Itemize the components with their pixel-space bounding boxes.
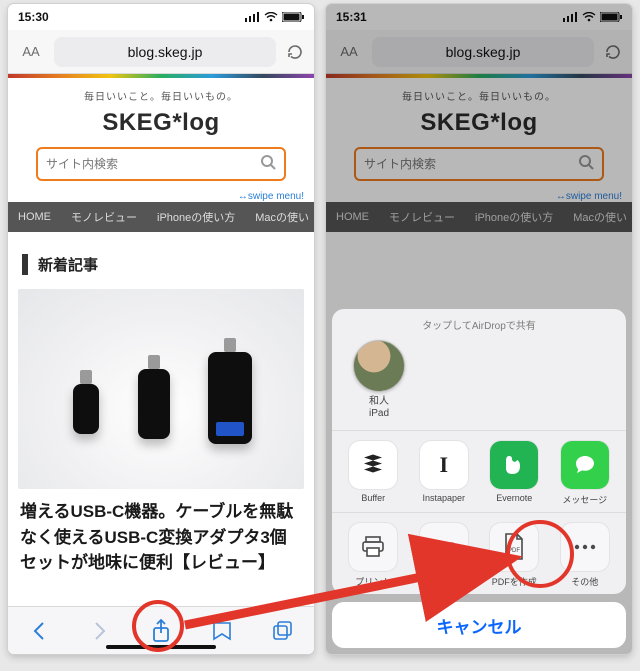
nav-item[interactable]: HOME [8, 211, 61, 223]
share-app-buffer[interactable]: Buffer [340, 441, 406, 506]
category-nav[interactable]: HOME モノレビュー iPhoneの使い方 Macの使い [8, 202, 314, 232]
swipe-hint: ↔swipe menu! [8, 191, 314, 202]
person-device: iPad [369, 408, 389, 419]
status-indicators [245, 12, 304, 22]
tabs-button[interactable] [263, 611, 303, 651]
app-label: Buffer [361, 493, 385, 503]
tagline: 毎日いいこと。毎日いいもの。 [16, 88, 306, 103]
nav-item[interactable]: Macの使い [245, 209, 314, 225]
person-name: 和人 [369, 396, 389, 407]
airdrop-person[interactable]: 和人iPad [348, 340, 410, 420]
annotation-circle-share [132, 600, 184, 652]
action-label: その他 [571, 575, 598, 588]
signal-icon [245, 12, 260, 22]
battery-icon [282, 12, 304, 22]
action-label: プリント [355, 575, 391, 588]
action-reading-list[interactable]: …に追加 [411, 523, 477, 588]
reload-button[interactable] [284, 43, 306, 61]
address-field[interactable]: blog.skeg.jp [54, 37, 276, 67]
instapaper-icon: I [420, 441, 468, 489]
share-app-instapaper[interactable]: I Instapaper [411, 441, 477, 506]
share-sheet: タップしてAirDropで共有 和人iPad Buffer I Instapap… [332, 309, 626, 648]
article-hero-image[interactable] [18, 289, 304, 489]
action-print[interactable]: プリント [340, 523, 406, 588]
cancel-button[interactable]: キャンセル [332, 602, 626, 648]
share-actions-row: プリント …に追加 PDF PDFを作成 その他 [332, 512, 626, 594]
action-label: …に追加 [426, 575, 462, 588]
search-input[interactable] [46, 157, 260, 171]
iphone-right: 15:31 AA blog.skeg.jp 毎日いいこと。毎日いいもの。 SKE… [326, 4, 632, 654]
share-apps-row: Buffer I Instapaper Evernote メッセージ [332, 430, 626, 512]
share-app-evernote[interactable]: Evernote [481, 441, 547, 506]
messages-icon [561, 441, 609, 489]
status-bar: 15:30 [8, 4, 314, 30]
buffer-icon [349, 441, 397, 489]
iphone-left: 15:30 AA blog.skeg.jp 毎日いいこと。毎日いいもの。 SKE… [8, 4, 314, 654]
status-time: 15:30 [18, 10, 49, 24]
airdrop-row: 和人iPad [332, 336, 626, 430]
app-label: メッセージ [562, 493, 607, 506]
cancel-label: キャンセル [437, 613, 522, 638]
app-label: Evernote [496, 493, 532, 503]
share-app-messages[interactable]: メッセージ [552, 441, 618, 506]
evernote-icon [490, 441, 538, 489]
wifi-icon [264, 12, 278, 22]
text-size-button[interactable]: AA [16, 44, 46, 59]
app-label: Instapaper [422, 493, 465, 503]
article-title[interactable]: 増えるUSB-C機器。ケーブルを無駄なく使えるUSB-C変換アダプタ3個セットが… [20, 499, 302, 576]
address-bar-row: AA blog.skeg.jp [8, 30, 314, 74]
url-text: blog.skeg.jp [128, 44, 203, 60]
annotation-circle-pdf [506, 520, 574, 588]
site-search[interactable] [36, 147, 286, 181]
search-icon[interactable] [260, 154, 276, 175]
site-logo: SKEG*log [16, 109, 306, 137]
printer-icon [349, 523, 397, 571]
blog-header: 毎日いいこと。毎日いいもの。 SKEG*log [8, 78, 314, 189]
share-panel: タップしてAirDropで共有 和人iPad Buffer I Instapap… [332, 309, 626, 594]
back-button[interactable] [19, 611, 59, 651]
avatar [353, 340, 405, 392]
glasses-icon [420, 523, 468, 571]
nav-item[interactable]: モノレビュー [61, 209, 147, 225]
airdrop-heading: タップしてAirDropで共有 [332, 309, 626, 336]
nav-item[interactable]: iPhoneの使い方 [147, 209, 245, 225]
section-heading: 新着記事 [22, 254, 300, 275]
